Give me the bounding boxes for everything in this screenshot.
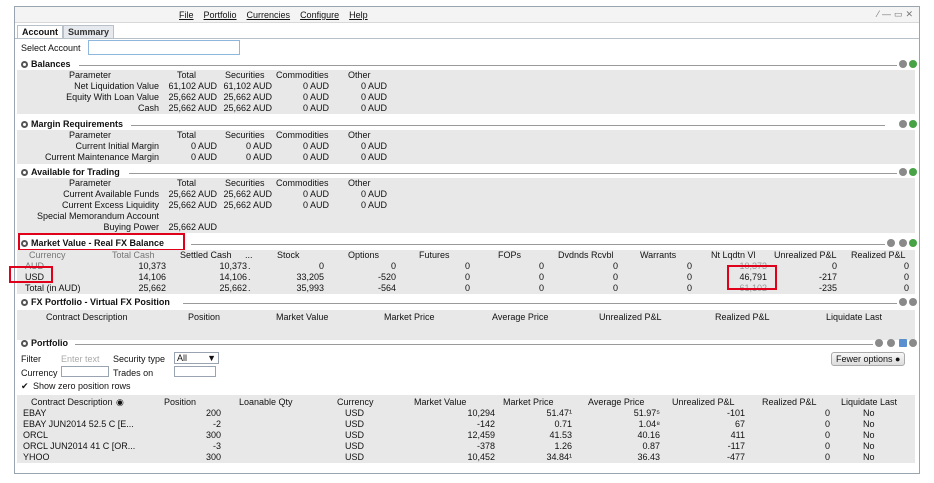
minimize-icon[interactable]: — [882, 9, 891, 20]
tab-account[interactable]: Account [17, 25, 63, 39]
table-row: Current Available Funds 25,662 AUD 25,66… [63, 189, 387, 199]
table-row: Special Memorandum Account [36, 211, 159, 221]
menu-configure[interactable]: Configure [300, 10, 339, 20]
table-row[interactable]: ORCL 300 USD 12,459 41.53 40.16 411 0 No [17, 430, 915, 440]
menu-portfolio[interactable]: Portfolio [204, 10, 237, 20]
highlight-box [727, 265, 777, 290]
table-row: Buying Power 25,662 AUD [103, 222, 217, 232]
portfolio-header: Portfolio [19, 338, 917, 350]
add-icon[interactable] [909, 60, 917, 68]
table-row: AUD 10,373 10,373 . 0 0 0 0 0 0 10,373 0… [25, 261, 909, 271]
table-row[interactable]: YHOO 300 USD 10,452 34.84¹ 36.43 -477 0 … [17, 452, 915, 462]
fx-portfolio-header: FX Portfolio - Virtual FX Position [19, 297, 917, 309]
collapse-radio-icon[interactable] [21, 121, 28, 128]
section-title: Balances [31, 59, 71, 69]
trading-table: Parameter Total Securities Commodities O… [17, 178, 915, 233]
trades-on-input[interactable] [174, 366, 216, 377]
chevron-down-icon: ▼ [207, 353, 216, 363]
select-account-input[interactable] [88, 40, 240, 55]
table-header: Parameter Total Securities Commodities O… [69, 70, 371, 80]
wrench-icon[interactable] [887, 339, 895, 347]
table-row[interactable]: ORCL JUN2014 41 C [OR... -3 USD -378 1.2… [17, 441, 915, 451]
add-icon[interactable] [909, 239, 917, 247]
account-window: File Portfolio Currencies Configure Help… [9, 6, 920, 474]
add-icon[interactable] [909, 168, 917, 176]
link-icon[interactable]: ⁄ [877, 9, 879, 20]
filter-label: Filter [21, 354, 41, 364]
fx-portfolio-table: Contract Description Position Market Val… [17, 310, 915, 340]
highlight-box [9, 266, 53, 283]
window-icon[interactable] [899, 339, 907, 347]
link-icon[interactable] [909, 339, 917, 347]
table-row[interactable]: EBAY JUN2014 52.5 C [E... -2 USD -142 0.… [17, 419, 915, 429]
table-row: USD 14,106 14,106 . 33,205 -520 0 0 0 0 … [25, 272, 909, 282]
currency-input[interactable] [61, 366, 109, 377]
table-header: Currency Total Cash Settled Cash ... Sto… [29, 250, 906, 260]
security-type-select[interactable]: All ▼ [174, 352, 219, 364]
select-account-label: Select Account [21, 43, 81, 53]
menu-currencies[interactable]: Currencies [247, 10, 291, 20]
collapse-radio-icon[interactable] [21, 169, 28, 176]
table-row: Current Excess Liquidity 25,662 AUD 25,6… [61, 200, 387, 210]
table-row: Cash 25,662 AUD 25,662 AUD 0 AUD 0 AUD [137, 103, 387, 113]
menu-help[interactable]: Help [349, 10, 368, 20]
collapse-radio-icon[interactable] [21, 340, 28, 347]
menu-file[interactable]: File [179, 10, 194, 20]
show-zero-checkbox[interactable]: ✔ [21, 381, 29, 392]
currency-label: Currency [21, 368, 58, 378]
market-value-table: Currency Total Cash Settled Cash ... Sto… [17, 250, 915, 294]
fewer-options-button[interactable]: Fewer options ● [831, 352, 906, 366]
table-row: Total (in AUD) 25,662 25,662 . 35,993 -5… [25, 283, 909, 293]
settings-icon[interactable] [899, 239, 907, 247]
link-icon[interactable] [899, 298, 907, 306]
close-icon[interactable]: ✕ [905, 9, 913, 20]
show-zero-label: Show zero position rows [33, 381, 131, 391]
collapse-radio-icon[interactable] [21, 299, 28, 306]
table-row: Net Liquidation Value 61,102 AUD 61,102 … [74, 81, 387, 91]
maximize-icon[interactable]: ▭ [894, 9, 903, 20]
tab-summary[interactable]: Summary [63, 25, 115, 39]
portfolio-panel: Filter Enter text Security type All ▼ Few… [17, 350, 915, 466]
settings-icon[interactable] [899, 60, 907, 68]
menu-bar: File Portfolio Currencies Configure Help… [15, 7, 919, 23]
settings-icon[interactable] [899, 120, 907, 128]
settings-icon[interactable] [899, 168, 907, 176]
table-header: Parameter Total Securities Commodities O… [69, 130, 371, 140]
table-header: Contract Description ◉ Position Loanable… [31, 397, 898, 407]
highlight-box [18, 233, 185, 251]
table-row[interactable]: EBAY 200 USD 10,294 51.47¹ 51.97⁵ -101 0… [17, 408, 915, 418]
filter-input[interactable]: Enter text [61, 354, 100, 364]
table-header: Contract Description Position Market Val… [46, 312, 883, 322]
add-icon[interactable] [909, 120, 917, 128]
security-type-label: Security type [113, 354, 166, 364]
balances-table: Parameter Total Securities Commodities O… [17, 70, 915, 114]
settings-icon[interactable] [909, 298, 917, 306]
link-icon[interactable] [887, 239, 895, 247]
circle-icon: ● [895, 354, 901, 364]
collapse-radio-icon[interactable] [21, 61, 28, 68]
table-row: Current Maintenance Margin 0 AUD 0 AUD 0… [44, 152, 387, 162]
settings-icon[interactable] [875, 339, 883, 347]
sort-icon[interactable]: ◉ [116, 397, 124, 407]
table-header: Parameter Total Securities Commodities O… [69, 178, 371, 188]
portfolio-table: Contract Description ◉ Position Loanable… [17, 395, 915, 463]
table-row: Equity With Loan Value 25,662 AUD 25,662… [66, 92, 387, 102]
margin-table: Parameter Total Securities Commodities O… [17, 130, 915, 164]
table-row: Current Initial Margin 0 AUD 0 AUD 0 AUD… [75, 141, 387, 151]
trades-on-label: Trades on [113, 368, 154, 378]
